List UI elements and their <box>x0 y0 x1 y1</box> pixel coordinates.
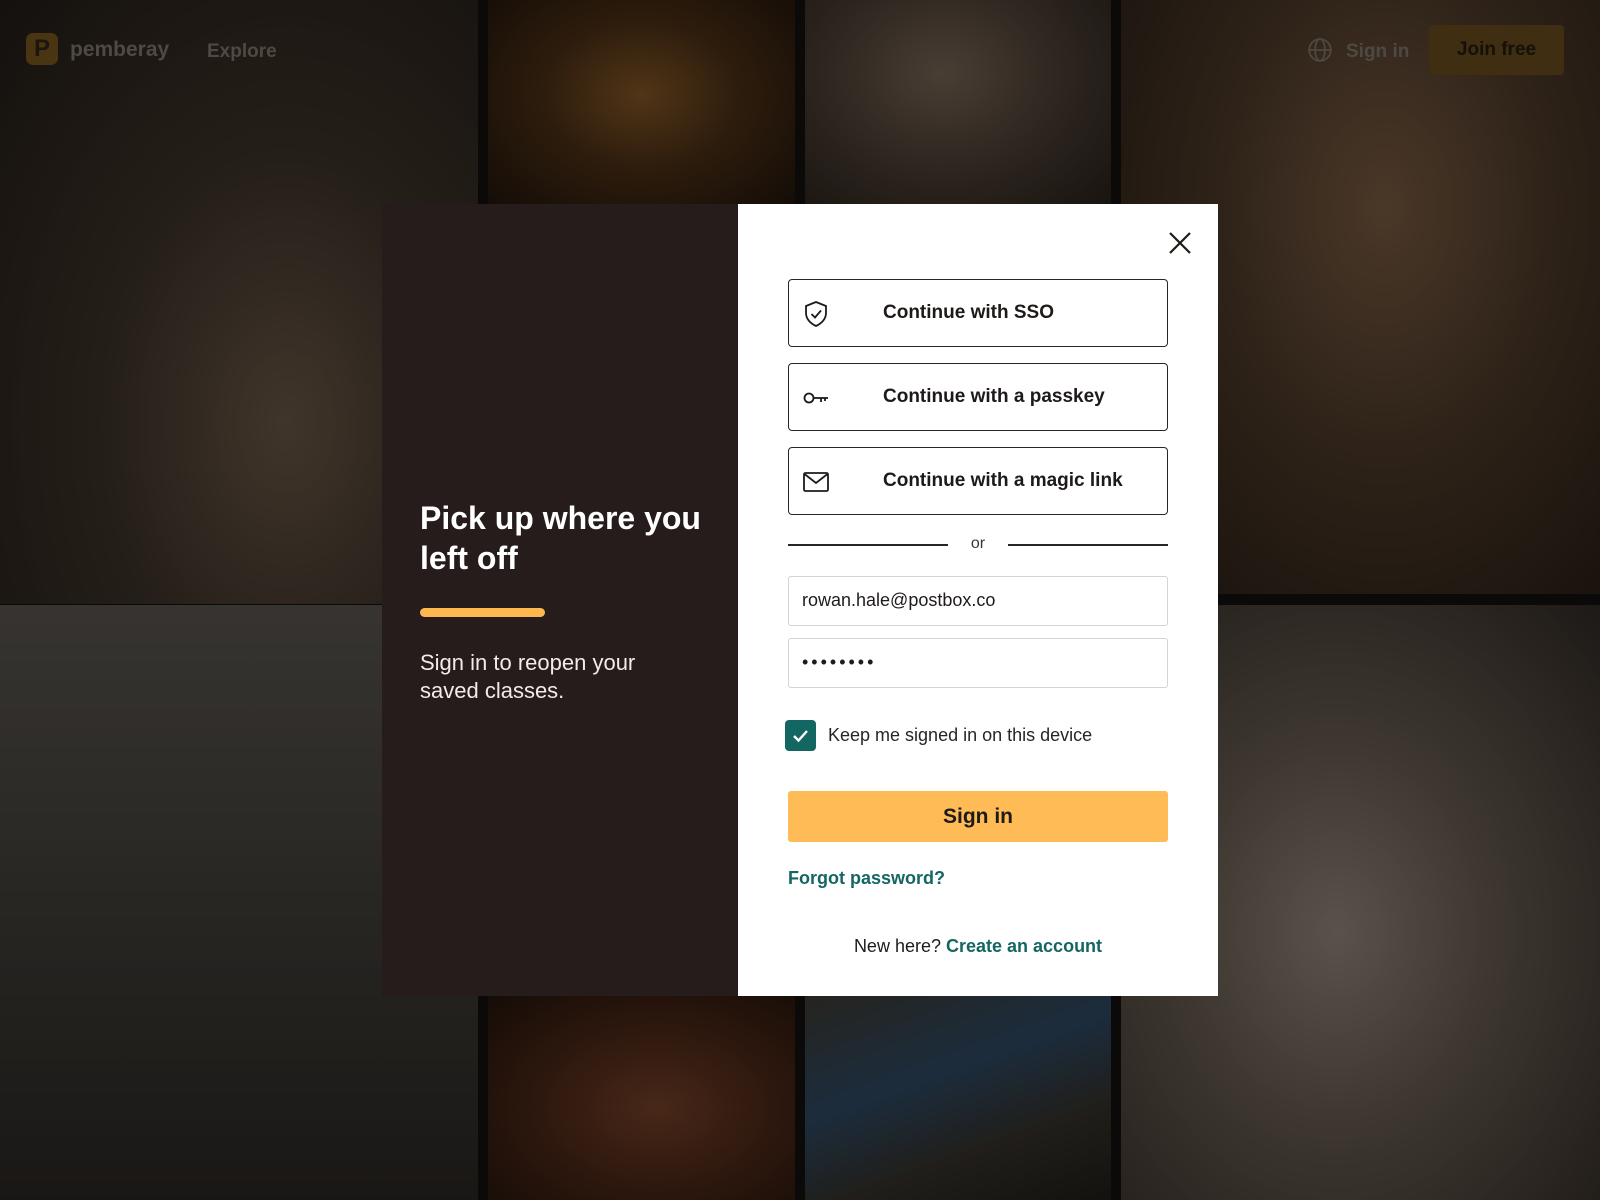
new-here-text: New here? <box>853 936 941 956</box>
create-account-link[interactable]: Create an account <box>946 936 1102 956</box>
continue-with-passkey-button[interactable]: Continue with a passkey <box>788 363 1168 431</box>
shield-check-icon <box>805 301 827 327</box>
modal-promo-panel: Pick up where you left off Sign in to re… <box>382 204 738 996</box>
or-divider: or <box>788 535 1168 555</box>
join-free-button[interactable]: Join free <box>1429 25 1564 75</box>
envelope-icon <box>803 472 829 492</box>
keep-signed-in-checkbox[interactable] <box>785 720 816 751</box>
nav-signin-link[interactable]: Sign in <box>1346 41 1409 63</box>
top-navigation: P pemberay Explore Sign in Join free <box>0 0 1600 100</box>
key-icon <box>803 392 828 404</box>
magic-link-label: Continue with a magic link <box>883 470 1123 491</box>
password-field[interactable]: •••••••• <box>788 638 1168 688</box>
signin-modal: Pick up where you left off Sign in to re… <box>382 204 1218 996</box>
modal-form-panel: Continue with SSO Continue with a passke… <box>738 204 1218 996</box>
passkey-label: Continue with a passkey <box>883 386 1105 407</box>
nav-explore-link[interactable]: Explore <box>207 41 277 63</box>
keep-signed-in-label: Keep me signed in on this device <box>828 725 1093 745</box>
close-icon[interactable] <box>1165 228 1195 258</box>
sign-in-button[interactable]: Sign in <box>788 791 1168 842</box>
sso-label: Continue with SSO <box>883 302 1054 323</box>
modal-subtext: Sign in to reopen your saved classes. <box>420 650 636 703</box>
continue-with-sso-button[interactable]: Continue with SSO <box>788 279 1168 347</box>
divider-line-right <box>1008 544 1168 546</box>
continue-with-magic-link-button[interactable]: Continue with a magic link <box>788 447 1168 515</box>
modal-headline: Pick up where you left off <box>420 500 701 576</box>
email-field[interactable]: rowan.hale@postbox.co <box>788 576 1168 626</box>
forgot-password-link[interactable]: Forgot password? <box>788 868 945 889</box>
create-account-row: New here? Create an account <box>738 936 1218 957</box>
accent-bar <box>420 608 545 617</box>
brand-name: pemberay <box>70 38 170 61</box>
checkmark-icon <box>793 730 808 743</box>
globe-icon[interactable] <box>1307 37 1333 63</box>
logo-icon: P <box>26 33 58 65</box>
